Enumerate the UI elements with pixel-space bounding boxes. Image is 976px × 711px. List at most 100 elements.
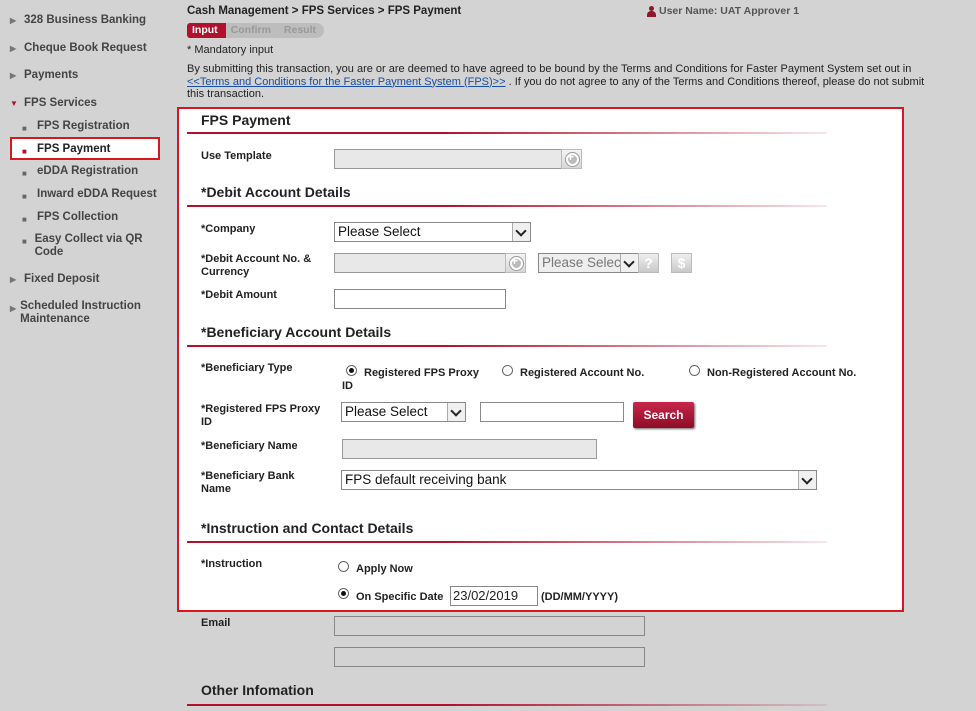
debit-account-label: *Debit Account No. & Currency [201, 253, 312, 278]
zoom-icon[interactable] [561, 149, 582, 169]
help-icon[interactable]: ? [638, 253, 659, 273]
terms-notice: By submitting this transaction, you are … [187, 63, 937, 101]
chevron-down-icon [447, 403, 465, 421]
section-divider [187, 132, 827, 134]
username-text: User Name: UAT Approver 1 [659, 5, 800, 17]
sidebar-item-edda-registration[interactable]: ■ eDDA Registration [22, 165, 138, 180]
currency-select[interactable]: Please Select [538, 253, 639, 273]
bullet-icon: ■ [22, 147, 27, 156]
chevron-down-icon [620, 254, 638, 272]
step-input: Input [187, 23, 226, 38]
radio-apply-now[interactable] [338, 561, 349, 572]
use-template-input[interactable] [334, 149, 562, 169]
sidebar-item-cheque-book[interactable]: ▶ Cheque Book Request [10, 42, 147, 54]
beneficiary-name-label: *Beneficiary Name [201, 440, 298, 452]
zoom-icon[interactable] [505, 253, 526, 273]
terms-link[interactable]: <<Terms and Conditions for the Faster Pa… [187, 76, 506, 88]
chevron-right-icon: ▶ [10, 304, 17, 313]
sidebar-item-label: FPS Payment [37, 143, 111, 155]
bullet-icon: ■ [22, 192, 27, 201]
chevron-down-icon: ▼ [10, 99, 18, 108]
sidebar-item-label: Fixed Deposit [24, 273, 100, 285]
debit-amount-input[interactable] [334, 289, 506, 309]
chevron-down-icon [512, 223, 530, 241]
radio-apply-now-label[interactable]: Apply Now [356, 563, 413, 575]
email-input-1[interactable] [334, 616, 645, 636]
radio-account-no-label[interactable]: Registered Account No. [520, 367, 644, 379]
company-label: *Company [201, 223, 256, 235]
sidebar-item-label: Easy Collect via QR Code [34, 233, 143, 258]
section-divider [187, 541, 827, 543]
section-title-fps-payment: FPS Payment [201, 112, 291, 128]
proxy-id-select[interactable]: Please Select [341, 402, 466, 422]
section-title-beneficiary: *Beneficiary Account Details [201, 324, 392, 340]
bullet-icon: ■ [22, 169, 27, 178]
radio-account-no[interactable] [502, 365, 513, 376]
sidebar-item-business-banking[interactable]: ▶ 328 Business Banking [10, 14, 146, 26]
company-select-value: Please Select [338, 224, 421, 239]
step-result: Result [278, 23, 324, 38]
sidebar-item-fps-services[interactable]: ▼ FPS Services [10, 97, 97, 109]
chevron-right-icon: ▶ [10, 71, 17, 80]
radio-non-registered-label[interactable]: Non-Registered Account No. [707, 367, 856, 379]
search-button[interactable]: Search [633, 402, 694, 428]
sidebar-item-label: eDDA Registration [37, 165, 139, 177]
debit-account-input[interactable] [334, 253, 506, 273]
bullet-icon: ■ [22, 215, 27, 224]
breadcrumb: Cash Management > FPS Services > FPS Pay… [187, 5, 462, 17]
use-template-label: Use Template [201, 150, 272, 162]
chevron-right-icon: ▶ [10, 16, 17, 25]
email-input-2[interactable] [334, 647, 645, 667]
sidebar-item-label: Cheque Book Request [24, 42, 147, 54]
radio-specific-date[interactable] [338, 588, 349, 599]
beneficiary-bank-select[interactable]: FPS default receiving bank [341, 470, 817, 490]
beneficiary-name-input[interactable] [342, 439, 597, 459]
sidebar-item-fps-registration[interactable]: ■ FPS Registration [22, 120, 130, 135]
bullet-icon: ■ [22, 124, 27, 133]
radio-specific-date-label[interactable]: On Specific Date [356, 591, 443, 603]
mandatory-note: * Mandatory input [187, 44, 274, 56]
terms-text: By submitting this transaction, you are … [187, 63, 912, 75]
sidebar-item-fps-payment[interactable]: ■ FPS Payment [22, 143, 111, 158]
chevron-right-icon: ▶ [10, 275, 17, 284]
date-input[interactable]: 23/02/2019 [450, 586, 538, 606]
sidebar-item-label: FPS Collection [37, 211, 119, 223]
radio-proxy-id-label[interactable]: Registered FPS Proxy ID [342, 367, 492, 393]
beneficiary-type-label: *Beneficiary Type [201, 362, 293, 374]
sidebar-item-payments[interactable]: ▶ Payments [10, 69, 78, 81]
sidebar-item-scheduled-instruction[interactable]: ▶ Scheduled Instruction Maintenance [10, 300, 160, 326]
beneficiary-bank-value: FPS default receiving bank [345, 472, 507, 487]
sidebar-item-fps-collection[interactable]: ■ FPS Collection [22, 211, 118, 226]
beneficiary-bank-label: *Beneficiary Bank Name [201, 470, 295, 495]
sidebar-item-label: 328 Business Banking [24, 14, 147, 26]
user-info: User Name: UAT Approver 1 [647, 5, 799, 17]
sidebar-item-label: Inward eDDA Request [37, 188, 157, 200]
instruction-label: *Instruction [201, 558, 263, 570]
section-title-debit: *Debit Account Details [201, 184, 351, 200]
debit-amount-label: *Debit Amount [201, 289, 277, 301]
radio-non-registered[interactable] [689, 365, 700, 376]
dollar-icon[interactable]: $ [671, 253, 692, 273]
company-select[interactable]: Please Select [334, 222, 531, 242]
chevron-down-icon [798, 471, 816, 489]
section-title-other: Other Infomation [201, 682, 314, 698]
chevron-right-icon: ▶ [10, 44, 17, 53]
sidebar: ▶ 328 Business Banking ▶ Cheque Book Req… [0, 0, 170, 711]
section-title-instruction: *Instruction and Contact Details [201, 520, 414, 536]
sidebar-item-label: FPS Registration [37, 120, 130, 132]
bullet-icon: ■ [22, 237, 27, 246]
section-divider [187, 704, 827, 706]
currency-select-value: Please Select [542, 255, 625, 270]
sidebar-item-label: FPS Services [24, 97, 97, 109]
sidebar-item-fixed-deposit[interactable]: ▶ Fixed Deposit [10, 273, 99, 285]
proxy-id-select-value: Please Select [345, 404, 428, 419]
sidebar-item-label: Scheduled Instruction Maintenance [20, 300, 141, 325]
sidebar-item-easy-collect[interactable]: ■ Easy Collect via QR Code [22, 233, 152, 259]
step-indicator: Input Confirm Result [187, 23, 324, 38]
proxy-id-label: *Registered FPS Proxy ID [201, 403, 321, 428]
form-highlight-box [177, 107, 904, 612]
sidebar-item-inward-edda[interactable]: ■ Inward eDDA Request [22, 188, 157, 203]
section-divider [187, 345, 827, 347]
proxy-id-input[interactable] [480, 402, 624, 422]
sidebar-item-label: Payments [24, 69, 79, 81]
